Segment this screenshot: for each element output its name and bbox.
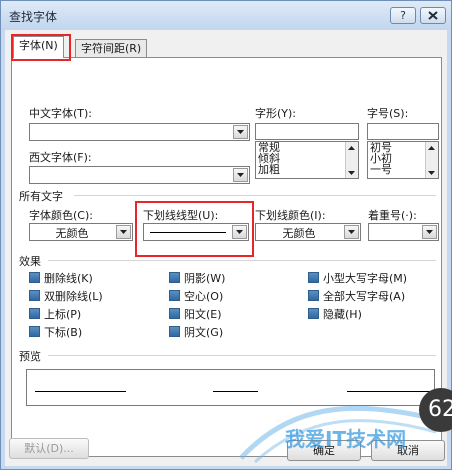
underline-color-value: 无颜色 xyxy=(282,227,316,240)
emboss-checkbox[interactable] xyxy=(169,308,180,319)
hidden-checkbox[interactable] xyxy=(308,308,319,319)
arrow-down-icon[interactable] xyxy=(428,171,435,175)
emboss-label: 阳文(E) xyxy=(184,308,222,321)
close-button[interactable] xyxy=(420,7,446,24)
chevron-down-icon xyxy=(426,230,433,234)
subscript-checkbox[interactable] xyxy=(29,326,40,337)
close-icon xyxy=(428,11,438,20)
preview-underline xyxy=(35,391,126,392)
chinese-font-dropdown-button[interactable] xyxy=(233,125,248,139)
western-font-dropdown-button[interactable] xyxy=(233,168,248,182)
engrave-checkbox[interactable] xyxy=(169,326,180,337)
shadow-label: 阴影(W) xyxy=(184,272,226,285)
preview-section-label: 预览 xyxy=(19,350,41,363)
double-strikethrough-checkbox[interactable] xyxy=(29,290,40,301)
size-list[interactable]: 初号 小初 一号 xyxy=(367,141,439,179)
dialog-title: 查找字体 xyxy=(9,10,58,24)
small-caps-checkbox[interactable] xyxy=(308,272,319,283)
emphasis-mark-combo[interactable] xyxy=(368,223,439,241)
all-caps-label: 全部大写字母(A) xyxy=(323,290,406,303)
arrow-down-icon[interactable] xyxy=(348,171,355,175)
arrow-up-icon[interactable] xyxy=(348,146,355,150)
subscript-label: 下标(B) xyxy=(44,326,83,339)
dialog-body: 字体(N) 字符间距(R) 中文字体(T): 西文字体(F): 字形(Y): 常… xyxy=(5,30,447,466)
ok-button[interactable]: 确定 xyxy=(287,440,361,461)
default-button[interactable]: 默认(D)... xyxy=(9,438,89,459)
superscript-checkbox[interactable] xyxy=(29,308,40,319)
style-input[interactable] xyxy=(255,123,359,140)
all-text-section-label: 所有文字 xyxy=(19,190,63,203)
engrave-label: 阴文(G) xyxy=(184,326,224,339)
size-label: 字号(S): xyxy=(367,107,409,120)
small-caps-label: 小型大写字母(M) xyxy=(323,272,408,285)
size-list-scrollbar[interactable] xyxy=(425,142,438,178)
style-list[interactable]: 常规 倾斜 加粗 xyxy=(255,141,359,179)
western-font-label: 西文字体(F): xyxy=(29,151,92,164)
effects-divider xyxy=(48,260,436,261)
font-color-combo[interactable]: 无颜色 xyxy=(29,223,133,241)
superscript-label: 上标(P) xyxy=(44,308,82,321)
chevron-down-icon xyxy=(348,230,355,234)
double-strikethrough-label: 双删除线(L) xyxy=(44,290,103,303)
emphasis-mark-label: 着重号(·): xyxy=(368,209,417,222)
size-input[interactable] xyxy=(367,123,439,140)
arrow-up-icon[interactable] xyxy=(428,146,435,150)
shadow-checkbox[interactable] xyxy=(169,272,180,283)
style-label: 字形(Y): xyxy=(255,107,297,120)
tab-font[interactable]: 字体(N) xyxy=(13,36,64,58)
outline-checkbox[interactable] xyxy=(169,290,180,301)
tab-character-spacing[interactable]: 字符间距(R) xyxy=(75,39,148,59)
strikethrough-checkbox[interactable] xyxy=(29,272,40,283)
chevron-down-icon xyxy=(120,230,127,234)
style-option[interactable]: 加粗 xyxy=(256,164,358,175)
chevron-down-icon xyxy=(237,130,244,134)
underline-color-combo[interactable]: 无颜色 xyxy=(255,223,361,241)
font-color-value: 无颜色 xyxy=(55,227,89,240)
preview-underline xyxy=(347,391,433,392)
all-caps-checkbox[interactable] xyxy=(308,290,319,301)
title-bar: 查找字体 ? xyxy=(1,1,451,30)
preview-divider xyxy=(48,355,436,356)
chinese-font-label: 中文字体(T): xyxy=(29,107,93,120)
underline-type-highlight-box xyxy=(135,201,254,257)
effects-section-label: 效果 xyxy=(19,255,41,268)
emphasis-mark-dropdown-button[interactable] xyxy=(422,225,437,239)
underline-color-label: 下划线颜色(I): xyxy=(255,209,326,222)
strikethrough-label: 删除线(K) xyxy=(44,272,93,285)
chinese-font-combo[interactable] xyxy=(29,123,250,141)
hidden-label: 隐藏(H) xyxy=(323,308,362,321)
style-list-scrollbar[interactable] xyxy=(345,142,358,178)
western-font-combo[interactable] xyxy=(29,166,250,184)
all-text-divider xyxy=(74,195,436,196)
font-color-label: 字体颜色(C): xyxy=(29,209,93,222)
cancel-button[interactable]: 取消 xyxy=(371,440,445,461)
preview-underline xyxy=(213,391,258,392)
outline-label: 空心(O) xyxy=(184,290,224,303)
preview-box xyxy=(26,369,435,406)
font-color-dropdown-button[interactable] xyxy=(116,225,131,239)
help-button[interactable]: ? xyxy=(390,7,416,24)
find-font-dialog: 查找字体 ? 字体(N) 字符间距(R) 中文字体(T): 西文字体(F): 字… xyxy=(0,0,452,470)
underline-color-dropdown-button[interactable] xyxy=(344,225,359,239)
chevron-down-icon xyxy=(237,173,244,177)
